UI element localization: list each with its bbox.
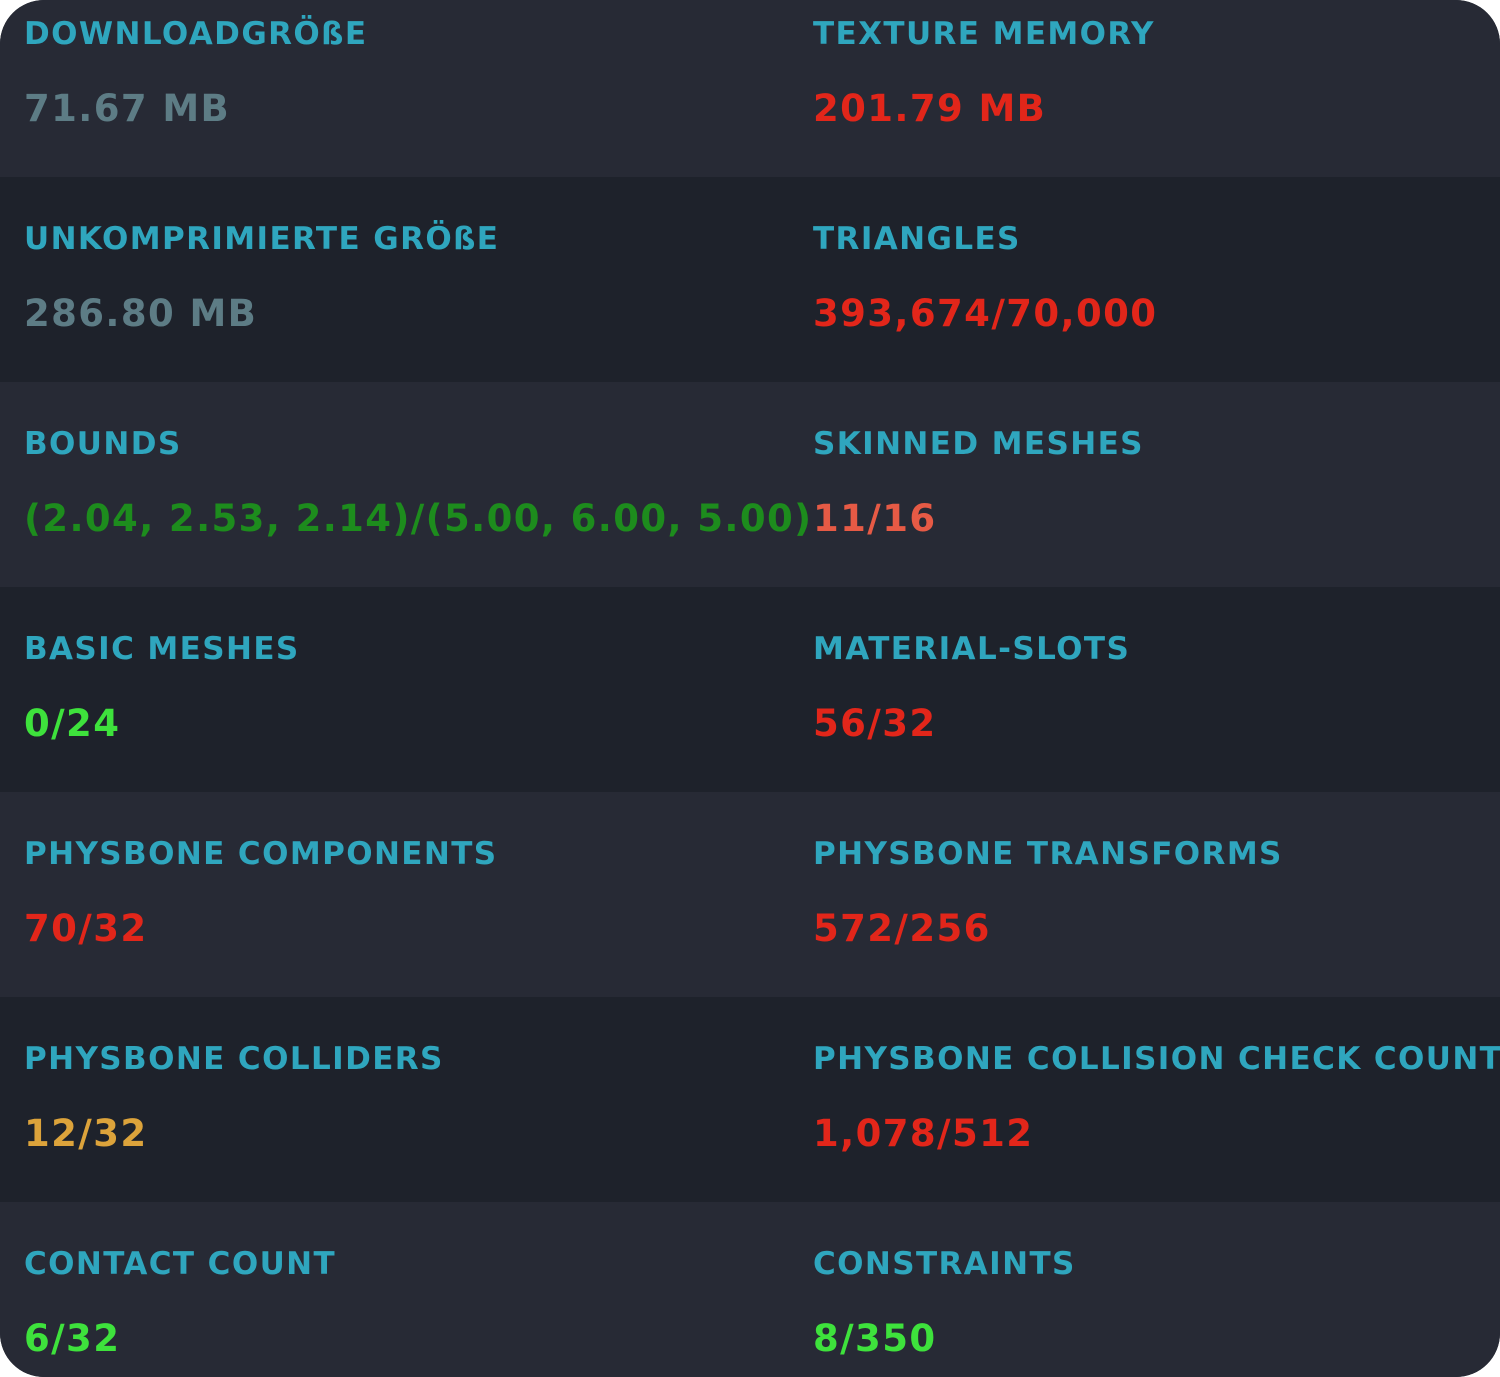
stat-uncompressed-size: UNKOMPRIMIERTE GRÖßE 286.80 MB [24,205,784,410]
stat-value: 393,674/70,000 [813,292,1158,335]
stat-skinned-meshes: SKINNED MESHES 11/16 [813,410,1493,615]
stat-label: MATERIAL-SLOTS [813,631,1131,667]
stat-value: 6/32 [24,1317,121,1360]
stats-row: PHYSBONE COMPONENTS 70/32 PHYSBONE TRANS… [0,792,1500,997]
stat-triangles: TRIANGLES 393,674/70,000 [813,205,1493,410]
stat-label: TRIANGLES [813,221,1021,257]
stat-label: PHYSBONE COLLIDERS [24,1041,444,1077]
stat-physbone-transforms: PHYSBONE TRANSFORMS 572/256 [813,820,1493,1025]
stat-label: CONSTRAINTS [813,1246,1076,1282]
stat-label: PHYSBONE COMPONENTS [24,836,498,872]
stat-label: TEXTURE MEMORY [813,16,1155,52]
stat-value: 12/32 [24,1112,148,1155]
stat-value: (2.04, 2.53, 2.14)/(5.00, 6.00, 5.00) [24,497,813,540]
stat-texture-memory: TEXTURE MEMORY 201.79 MB [813,0,1493,205]
avatar-performance-stats-panel: DOWNLOADGRÖßE 71.67 MB TEXTURE MEMORY 20… [0,0,1500,1377]
stat-value: 70/32 [24,907,148,950]
stat-bounds: BOUNDS (2.04, 2.53, 2.14)/(5.00, 6.00, 5… [24,410,811,615]
stats-row: CONTACT COUNT 6/32 CONSTRAINTS 8/350 [0,1202,1500,1377]
stat-label: SKINNED MESHES [813,426,1144,462]
stat-label: BOUNDS [24,426,182,462]
stat-value: 0/24 [24,702,121,745]
stat-basic-meshes: BASIC MESHES 0/24 [24,615,784,820]
stats-row: UNKOMPRIMIERTE GRÖßE 286.80 MB TRIANGLES… [0,177,1500,382]
stats-row: PHYSBONE COLLIDERS 12/32 PHYSBONE COLLIS… [0,997,1500,1202]
stat-value: 201.79 MB [813,87,1047,130]
stat-value: 572/256 [813,907,991,950]
stat-label: UNKOMPRIMIERTE GRÖßE [24,221,500,257]
stat-label: BASIC MESHES [24,631,300,667]
stats-row: DOWNLOADGRÖßE 71.67 MB TEXTURE MEMORY 20… [0,0,1500,205]
stat-value: 1,078/512 [813,1112,1034,1155]
stat-label: PHYSBONE COLLISION CHECK COUNT [813,1041,1500,1077]
stat-constraints: CONSTRAINTS 8/350 [813,1230,1493,1377]
stat-material-slots: MATERIAL-SLOTS 56/32 [813,615,1493,820]
stat-label: CONTACT COUNT [24,1246,337,1282]
stats-row: BOUNDS (2.04, 2.53, 2.14)/(5.00, 6.00, 5… [0,382,1500,587]
stat-download-size: DOWNLOADGRÖßE 71.67 MB [24,0,784,205]
stat-value: 56/32 [813,702,937,745]
stat-value: 286.80 MB [24,292,258,335]
stat-value: 8/350 [813,1317,937,1360]
stat-physbone-colliders: PHYSBONE COLLIDERS 12/32 [24,1025,784,1230]
stat-label: DOWNLOADGRÖßE [24,16,368,52]
stat-physbone-collision-check-count: PHYSBONE COLLISION CHECK COUNT 1,078/512 [813,1025,1500,1230]
stat-value: 11/16 [813,497,937,540]
stat-label: PHYSBONE TRANSFORMS [813,836,1283,872]
stats-row: BASIC MESHES 0/24 MATERIAL-SLOTS 56/32 [0,587,1500,792]
stat-physbone-components: PHYSBONE COMPONENTS 70/32 [24,820,784,1025]
stat-contact-count: CONTACT COUNT 6/32 [24,1230,784,1377]
stat-value: 71.67 MB [24,87,231,130]
